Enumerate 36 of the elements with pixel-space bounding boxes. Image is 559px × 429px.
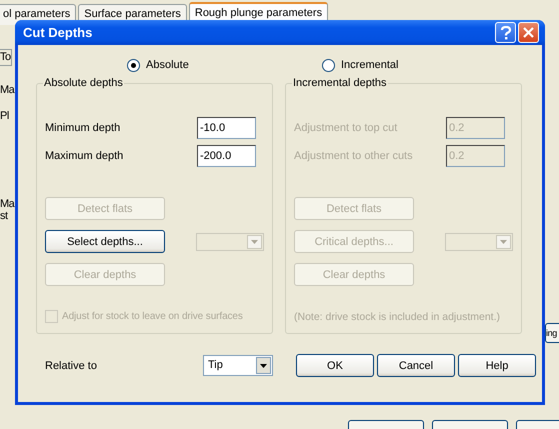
label-fragment: Ma	[0, 198, 14, 210]
radio-button[interactable]	[322, 58, 335, 72]
caret-icon	[500, 240, 507, 244]
field-label: Relative to	[45, 360, 97, 372]
group-title: Absolute depths	[43, 77, 124, 89]
dialog-button[interactable]: Cancel	[377, 354, 455, 377]
dialog-button[interactable]: Help	[458, 354, 536, 377]
label-fragment: Ma	[0, 84, 14, 96]
tab-fragment[interactable]: To	[0, 49, 12, 66]
close-button[interactable]	[518, 22, 539, 43]
input-field[interactable]: -200.0	[197, 145, 256, 167]
radio-option[interactable]: Absolute	[36, 56, 273, 74]
dialog-button[interactable]: OK	[296, 354, 374, 377]
question-icon	[500, 26, 512, 40]
label-fragment: st	[0, 210, 8, 222]
field-label: Maximum depth	[45, 150, 124, 162]
dropdown[interactable]: Tip	[203, 355, 273, 376]
radio-option[interactable]: Incremental	[285, 56, 522, 74]
input-field[interactable]: -10.0	[197, 117, 256, 139]
group-title: Incremental depths	[292, 77, 388, 89]
window-title: Cut Depths	[23, 25, 94, 40]
checkbox-label: Adjust for stock to leave on drive surfaces	[62, 311, 243, 322]
close-icon	[523, 27, 534, 38]
note-text: (Note: drive stock is included in adjustment.)	[294, 311, 502, 323]
label-fragment: Pl	[0, 110, 9, 122]
radio-button[interactable]	[127, 58, 140, 72]
field-label: Adjustment to top cut	[294, 122, 398, 134]
radio-label: Absolute	[146, 59, 189, 71]
caret-icon	[251, 240, 258, 244]
action-button[interactable]: Select depths...	[45, 230, 165, 253]
field-label: Minimum depth	[45, 122, 120, 134]
caret-icon	[260, 364, 267, 368]
field-label: Adjustment to other cuts	[294, 150, 413, 162]
radio-label: Incremental	[341, 59, 398, 71]
background-button[interactable]: ing	[545, 323, 559, 343]
help-button[interactable]	[495, 22, 516, 43]
